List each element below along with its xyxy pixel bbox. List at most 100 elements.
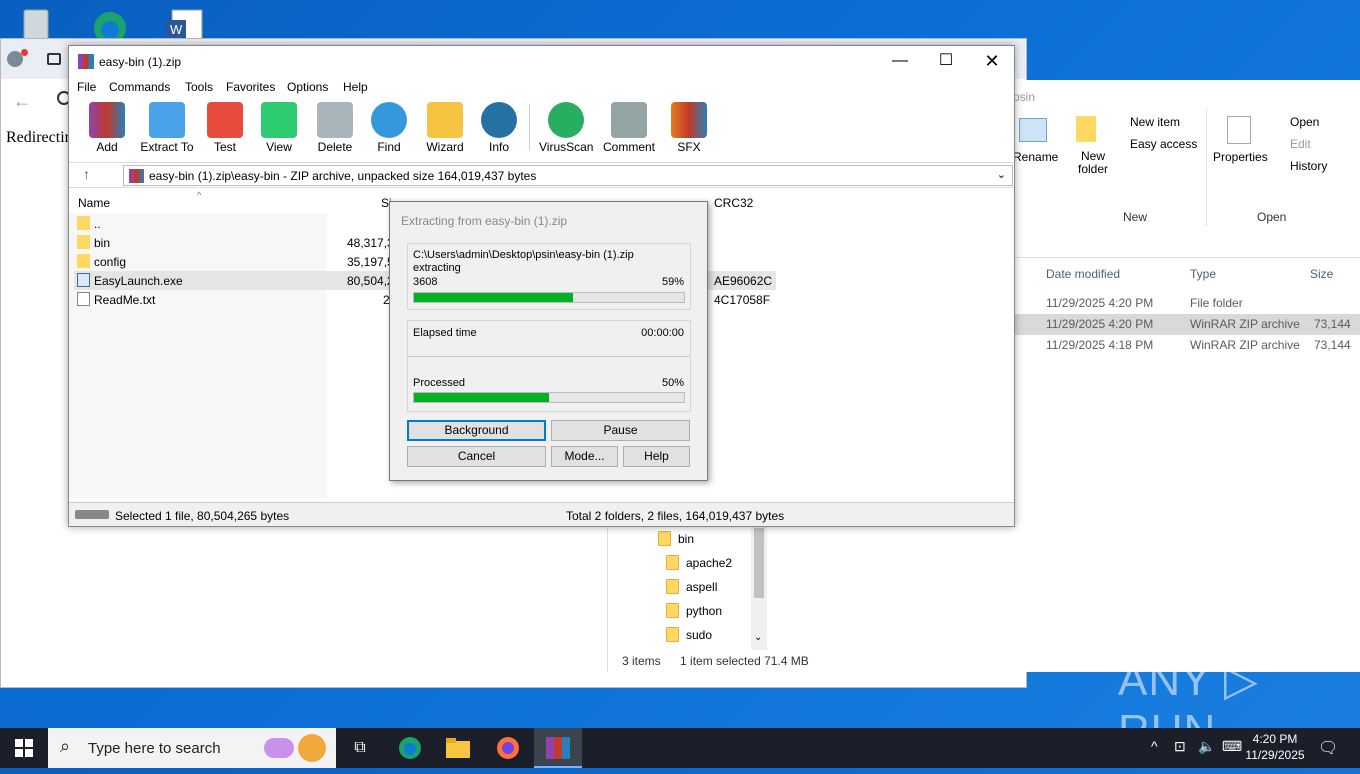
notifications-icon[interactable]: 🗨 [1318, 738, 1338, 758]
panel-divider [408, 356, 690, 357]
add-icon [89, 102, 125, 138]
info-button[interactable]: Info [481, 102, 517, 154]
file-crc: AE96062C [714, 274, 773, 288]
menu-options[interactable]: Options [287, 80, 328, 94]
extract-to-button[interactable]: Extract To [139, 102, 195, 154]
find-button[interactable]: Find [371, 102, 407, 154]
chevron-down-icon[interactable]: ⌄ [754, 632, 762, 643]
edit-button[interactable]: Edit [1290, 137, 1311, 151]
start-windows-icon[interactable] [0, 728, 48, 768]
column-size[interactable]: Size [1310, 267, 1333, 281]
back-arrow-icon[interactable]: ← [13, 91, 31, 112]
edge-icon[interactable] [88, 4, 132, 44]
column-type[interactable]: Type [1190, 267, 1216, 281]
file-crc: 4C17058F [714, 293, 771, 307]
search-highlight-badge-icon[interactable] [298, 734, 326, 762]
view-button[interactable]: View [259, 102, 299, 154]
minimize-icon[interactable]: — [877, 46, 923, 76]
row-size: 73,144 [1314, 317, 1351, 331]
archive-path: C:\Users\admin\Desktop\psin\easy-bin (1)… [413, 249, 634, 261]
totals-panel: Elapsed time 00:00:00 Processed 50% [407, 320, 691, 412]
text-file-icon [77, 292, 90, 306]
tree-scrollbar[interactable]: ⌄ [751, 526, 767, 650]
menu-favorites[interactable]: Favorites [226, 80, 275, 94]
ribbon-divider [1206, 108, 1207, 226]
mode-button[interactable]: Mode... [551, 446, 618, 467]
add-button[interactable]: Add [89, 102, 125, 154]
svg-text:W: W [170, 22, 183, 37]
explorer-ribbon: Rename New folder New item Easy access N… [1013, 108, 1360, 258]
processed-percent: 50% [661, 377, 684, 389]
search-icon: ⌕ [60, 736, 71, 756]
sfx-button[interactable]: SFX [669, 102, 709, 154]
folder-icon [666, 555, 679, 570]
chevron-down-icon[interactable]: ⌄ [997, 168, 1006, 181]
wizard-button[interactable]: Wizard [425, 102, 465, 154]
tray-clock[interactable]: 4:20 PM 11/29/2025 [1242, 732, 1308, 762]
search-highlight-icon[interactable] [264, 738, 294, 758]
test-button[interactable]: Test [207, 102, 243, 154]
network-icon[interactable]: ⊡ [1174, 738, 1186, 755]
tool-label: View [266, 140, 292, 154]
rename-button[interactable]: Rename [1013, 150, 1058, 164]
taskbar-search[interactable]: ⌕ Type here to search [48, 728, 336, 768]
scrollbar-thumb[interactable] [754, 528, 764, 598]
current-item: 3608 [413, 276, 438, 288]
table-row[interactable]: 11/29/2025 4:18 PM WinRAR ZIP archive 73… [1013, 335, 1360, 356]
tab-actions-icon[interactable] [47, 53, 61, 65]
word-icon[interactable]: W [162, 4, 206, 43]
input-method-icon[interactable]: ⌨ [1222, 738, 1242, 755]
drive-icon[interactable] [75, 510, 109, 519]
virusscan-button[interactable]: VirusScan [539, 102, 593, 154]
file-size: 80,504,2 [347, 274, 394, 288]
processed-progress-bar [413, 392, 685, 403]
task-view-icon[interactable]: ⧉ [336, 728, 384, 768]
file-explorer-taskbar-icon[interactable] [434, 728, 482, 768]
column-crc[interactable]: CRC32 [714, 196, 753, 210]
test-clipboard-icon [207, 102, 243, 138]
table-row[interactable]: 11/29/2025 4:20 PM WinRAR ZIP archive 73… [1013, 314, 1360, 335]
menu-file[interactable]: File [77, 80, 96, 94]
trash-icon [317, 102, 353, 138]
column-name[interactable]: Name [78, 196, 110, 210]
properties-button[interactable]: Properties [1213, 150, 1268, 164]
sort-chevron-icon: ^ [197, 190, 202, 200]
open-button[interactable]: Open [1290, 115, 1319, 129]
cancel-button[interactable]: Cancel [407, 446, 546, 467]
elapsed-value: 00:00:00 [641, 327, 684, 339]
new-folder-button[interactable]: New folder [1073, 150, 1113, 176]
close-icon[interactable]: ✕ [969, 46, 1015, 76]
title-bar[interactable]: easy-bin (1).zip — ☐ ✕ [69, 46, 1014, 77]
menu-tools[interactable]: Tools [185, 80, 213, 94]
winrar-app-icon [78, 54, 94, 69]
column-date[interactable]: Date modified [1046, 267, 1120, 281]
new-item-button[interactable]: New item [1130, 115, 1180, 129]
menu-help[interactable]: Help [343, 80, 368, 94]
dialog-title: Extracting from easy-bin (1).zip [401, 214, 568, 228]
maximize-icon[interactable]: ☐ [923, 46, 969, 76]
address-field[interactable]: easy-bin (1).zip\easy-bin - ZIP archive,… [123, 165, 1013, 186]
menu-bar: File Commands Tools Favorites Options He… [69, 77, 1014, 97]
comment-button[interactable]: Comment [601, 102, 657, 154]
file-size: 35,197,5 [347, 255, 394, 269]
table-row[interactable]: 11/29/2025 4:20 PM File folder [1013, 293, 1360, 314]
up-arrow-icon[interactable]: ↑ [83, 166, 90, 182]
open-group-label: Open [1257, 210, 1287, 224]
menu-commands[interactable]: Commands [109, 80, 170, 94]
tool-label: Find [377, 140, 401, 154]
background-button[interactable]: Background [407, 420, 546, 441]
chevron-up-icon[interactable]: ^ [1151, 738, 1158, 754]
history-button[interactable]: History [1290, 159, 1327, 173]
pause-button[interactable]: Pause [551, 420, 690, 441]
delete-button[interactable]: Delete [315, 102, 355, 154]
tool-label: Test [213, 140, 236, 154]
status-items: 3 items [622, 654, 661, 668]
firefox-taskbar-icon[interactable] [484, 728, 532, 768]
volume-icon[interactable]: 🔈 [1198, 738, 1215, 755]
recycle-bin-icon[interactable] [14, 4, 58, 42]
tool-label: Extract To [140, 140, 194, 154]
easy-access-button[interactable]: Easy access [1130, 137, 1197, 151]
winrar-taskbar-icon[interactable] [534, 728, 582, 768]
help-button[interactable]: Help [623, 446, 690, 467]
edge-taskbar-icon[interactable] [386, 728, 434, 768]
